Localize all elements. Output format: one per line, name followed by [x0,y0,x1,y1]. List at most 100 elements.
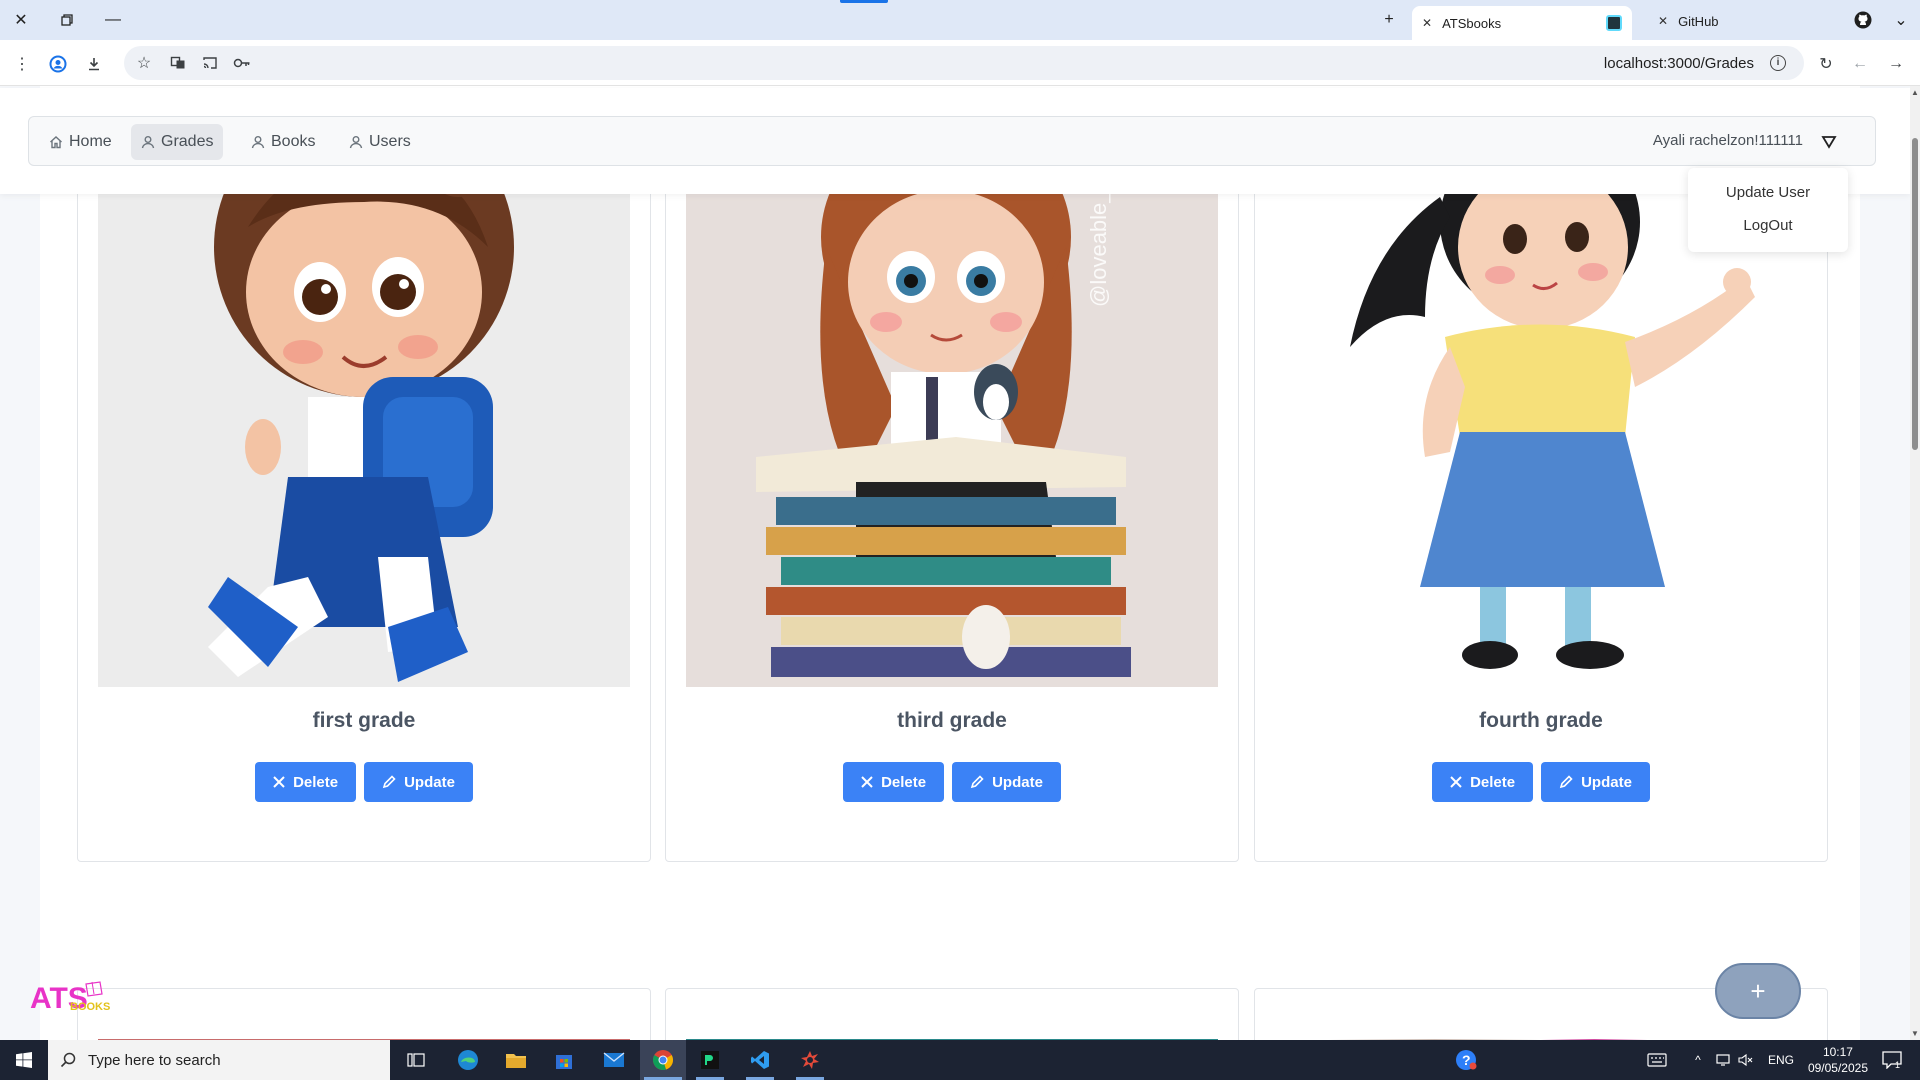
nav-item-label: Grades [161,133,214,150]
task-view-icon[interactable] [400,1040,432,1080]
translate-icon[interactable] [166,51,190,75]
pencil-icon [1559,775,1573,789]
restore-window-icon[interactable] [54,8,80,32]
close-tab-icon[interactable]: ✕ [1658,14,1668,28]
chevron-up-icon[interactable]: ^ [1684,1053,1712,1067]
new-tab-icon[interactable]: + [1376,8,1402,32]
reload-icon[interactable]: ↻ [1814,52,1838,76]
update-label: Update [404,773,455,791]
caret-down-icon[interactable] [1821,135,1837,149]
page-viewport: first grade Delete Update @loveable_aiar… [0,86,1910,1040]
tab-label: GitHub [1678,13,1719,29]
taskbar-search[interactable]: Type here to search [48,1040,390,1080]
grade-title: third grade [897,709,1007,732]
scrollbar-thumb[interactable] [1912,138,1918,450]
system-tray: ^ ENG [1644,1040,1794,1080]
site-info-icon[interactable]: i [1770,55,1786,71]
delete-button[interactable]: Delete [255,762,357,802]
help-icon[interactable]: ? [1450,1040,1482,1080]
delete-label: Delete [881,773,927,791]
tab-atsbooks[interactable]: ✕ ATSbooks [1412,6,1632,40]
close-icon [273,776,285,788]
kebab-menu-icon[interactable]: ⋮ [10,52,34,76]
browser-tabstrip: ✕ — + ✕ ATSbooks ✕ GitHub ⌄ [0,0,1920,40]
grade-card: @loveable_aiart third grade Delete Updat… [665,106,1239,862]
volume-muted-icon[interactable] [1734,1053,1758,1067]
page-scrollbar[interactable]: ▲ ▼ [1910,86,1920,1040]
password-key-icon[interactable] [230,51,254,75]
grade-title: fourth grade [1479,709,1603,732]
git-bash-icon[interactable] [790,1040,830,1080]
tab-search-chevron-icon[interactable]: ⌄ [1888,8,1914,32]
nav-item-label: Books [271,133,316,150]
scroll-down-icon[interactable]: ▼ [1910,1029,1920,1038]
address-bar[interactable]: ☆ localhost:3000/Grades i [124,46,1804,80]
profile-icon[interactable] [46,52,70,76]
close-window-icon[interactable]: ✕ [8,8,34,32]
grade-actions: Delete Update [1255,762,1827,802]
menubar: Home Grades Books Users Ayali rachelzon!… [28,116,1876,166]
close-icon [1450,776,1462,788]
pencil-icon [382,775,396,789]
keyboard-icon[interactable] [1644,1053,1670,1067]
nav-item-grades[interactable]: Grades [131,124,224,160]
bookmark-star-icon[interactable]: ☆ [132,51,156,75]
delete-button[interactable]: Delete [1432,762,1534,802]
pencil-icon [970,775,984,789]
ats-books-logo[interactable]: ATS BOOKS [30,980,112,1015]
update-button[interactable]: Update [364,762,473,802]
react-favicon-icon [1606,15,1622,31]
close-icon [861,776,873,788]
forward-icon[interactable]: → [1884,52,1908,76]
delete-button[interactable]: Delete [843,762,945,802]
github-icon[interactable] [1850,8,1876,32]
mail-icon[interactable] [594,1040,634,1080]
home-icon [49,135,63,149]
nav-item-label: Home [69,133,112,150]
search-placeholder: Type here to search [88,1051,221,1069]
grade-actions: Delete Update [78,762,650,802]
update-button[interactable]: Update [1541,762,1650,802]
grade-image-third: @loveable_aiart [686,107,1218,687]
menu-item-update-user[interactable]: Update User [1688,184,1848,201]
add-grade-button[interactable]: + [1715,963,1801,1019]
menu-item-logout[interactable]: LogOut [1688,217,1848,234]
nav-item-users[interactable]: Users [339,124,421,160]
delete-label: Delete [293,773,339,791]
user-name[interactable]: Ayali rachelzon!111111 [1653,132,1803,149]
svg-text:?: ? [1462,1052,1471,1068]
search-icon [60,1052,76,1068]
app-header: Home Grades Books Users Ayali rachelzon!… [0,88,1910,194]
windows-start-icon[interactable] [0,1040,48,1080]
microsoft-store-icon[interactable] [544,1040,584,1080]
user-icon [349,135,363,149]
url-text[interactable]: localhost:3000/Grades [1604,55,1754,72]
notification-center-icon[interactable]: 1 [1872,1040,1912,1080]
file-explorer-icon[interactable] [496,1040,536,1080]
delete-label: Delete [1470,773,1516,791]
cast-icon[interactable] [198,51,222,75]
grade-card [77,988,651,1040]
windows-taskbar: Type here to search ? ^ ENG 10:17 09/05/… [0,1040,1920,1080]
chrome-icon[interactable] [640,1040,686,1080]
logo-text-sub: BOOKS [70,1001,110,1013]
back-icon[interactable]: ← [1848,52,1872,76]
scroll-up-icon[interactable]: ▲ [1910,88,1920,97]
update-button[interactable]: Update [952,762,1061,802]
browser-toolbar: ⋮ ☆ localhost:3000/Grades i ↻ ← → [0,40,1920,86]
vscode-icon[interactable] [740,1040,780,1080]
update-label: Update [992,773,1043,791]
tab-github[interactable]: ✕ GitHub [1648,6,1848,36]
language-indicator[interactable]: ENG [1768,1053,1794,1067]
download-icon[interactable] [82,52,106,76]
close-tab-icon[interactable]: ✕ [1422,16,1432,30]
nav-item-books[interactable]: Books [241,124,325,160]
pycharm-icon[interactable] [690,1040,730,1080]
edge-icon[interactable] [448,1040,488,1080]
grade-actions: Delete Update [666,762,1238,802]
user-dropdown-menu: Update User LogOut [1688,168,1848,252]
nav-item-home[interactable]: Home [39,124,122,160]
system-clock[interactable]: 10:17 09/05/2025 [1808,1044,1868,1076]
network-icon[interactable] [1712,1053,1734,1067]
minimize-window-icon[interactable]: — [100,8,126,32]
